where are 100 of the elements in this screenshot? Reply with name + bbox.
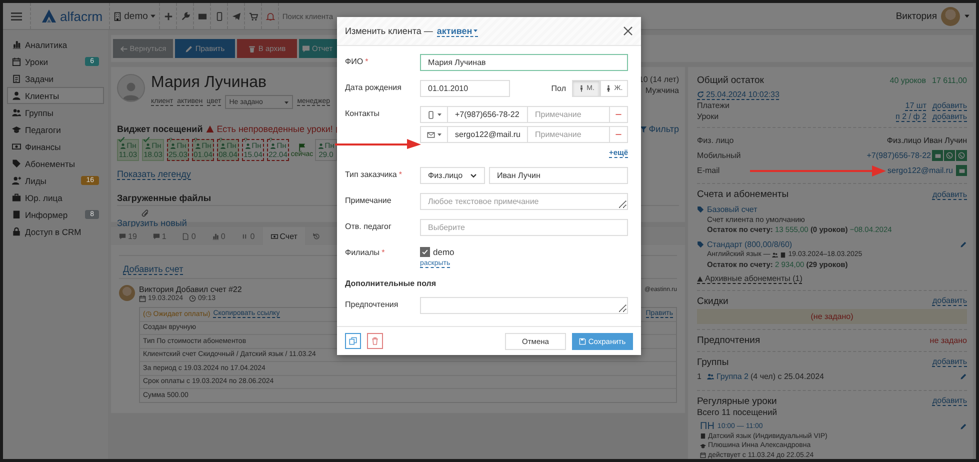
row-value[interactable]: п 2 / ф 2 [896,112,926,122]
teacher-select[interactable]: Выберите [420,219,628,236]
row-value[interactable]: 17 шт [905,100,926,110]
updated-link[interactable]: 25.04.2024 10:02:33 [697,90,780,100]
send-icon[interactable] [232,12,241,20]
person-icon [270,142,276,148]
people-icon [707,372,714,380]
tab[interactable]: 0 [233,227,263,245]
graduation-cap-icon [700,442,706,449]
add-link[interactable]: добавить [932,190,967,200]
entry-title: Виктория Добавил счет #22 [139,285,242,294]
menu-icon[interactable] [11,10,22,22]
text-area[interactable]: Любое текстовое примечание [420,193,628,210]
field-label: Отв. педагог [345,221,392,231]
tab[interactable]: 0 [204,227,234,245]
status-dropdown[interactable]: активен [436,26,478,36]
archive-link[interactable]: Архивные абонементы (1) [697,274,802,284]
contact-label: Физ. лицо [697,136,734,145]
date-field[interactable]: 01.01.2010 [420,80,510,97]
sidebar-item[interactable]: Абонементы [7,155,104,172]
section-title: Счета и абонементы [697,189,789,200]
note-field[interactable]: Примечание [528,106,610,123]
minus-icon [615,131,622,138]
pencil-icon[interactable] [960,241,967,248]
pause-icon [241,232,248,240]
sidebar-item[interactable]: Юр. лица [7,189,104,206]
field-label: Пол [551,84,566,93]
filter-link[interactable]: Фильтр [640,124,679,134]
legend-link[interactable]: Показать легенду [117,169,191,180]
contact-type-dropdown[interactable] [420,106,448,123]
tab[interactable]: Счет [262,227,306,245]
sidebar-item[interactable]: Группы [7,104,104,121]
history-icon [313,232,320,240]
add-link[interactable]: добавить [932,357,967,367]
checkbox[interactable] [420,247,430,257]
group-link[interactable]: Группа 2 [716,372,748,380]
plus-icon[interactable] [164,12,173,20]
filter-icon [640,126,647,132]
flag-icon [298,142,306,150]
sidebar-item[interactable]: Педагоги [7,121,104,138]
contact-type-dropdown[interactable] [420,126,448,143]
pencil-icon[interactable] [960,422,967,430]
branch-selector[interactable]: demo [113,10,156,22]
cart-icon[interactable] [248,12,258,20]
delete-button[interactable] [367,333,383,349]
chart-icon [12,40,21,49]
sidebar-item[interactable]: Задачи [7,70,104,87]
note-field[interactable]: Примечание [528,126,610,143]
customer-type-select[interactable]: Физ.лицо [420,167,485,184]
mobile-phone-icon[interactable] [214,12,224,20]
group-index: 1 [697,372,702,380]
section-title: Скидки [697,296,728,306]
add-link[interactable]: добавить [932,296,967,306]
close-icon [623,26,633,36]
add-link[interactable]: добавить [932,112,967,122]
sidebar-item[interactable]: Аналитика [7,36,104,53]
add-link[interactable]: добавить [932,100,967,110]
viber-button[interactable] [956,150,967,161]
clipboard-icon [12,74,21,83]
lock-icon [12,227,21,236]
account-link[interactable]: Базовый счет [697,205,758,214]
close-button[interactable] [623,26,633,36]
contact-field[interactable]: +7(987)656-78-22 [448,106,528,123]
contact-value[interactable]: sergo122@mail.ru [888,166,953,175]
sidebar-item[interactable]: Доступ в CRM [7,223,104,240]
calendar-icon [700,452,706,458]
wrench-icon[interactable] [180,12,190,20]
contact-value[interactable]: +7(987)656-78-22 [866,151,931,160]
male-figure-icon [578,85,585,92]
banknote-icon [270,232,278,240]
copy-icon [349,337,357,345]
sidebar-item[interactable]: Клиенты [7,87,104,104]
chat-icon [119,232,126,240]
person-icon [318,142,324,148]
account-link[interactable]: Стандарт (800,00/8/60) [697,240,792,249]
clock-icon [189,295,196,302]
caret-icon [284,100,290,104]
pencil-icon[interactable] [960,372,967,380]
customer-name-field[interactable]: Иван Лучин [489,167,628,184]
contact-field[interactable]: sergo122@mail.ru [448,126,528,143]
whatsapp-button[interactable] [944,150,955,161]
copy-button[interactable] [345,333,361,349]
user-avatar[interactable] [941,6,960,26]
email-button[interactable] [956,165,967,176]
mobile-phone-icon [426,110,434,118]
name-field[interactable]: Мария Лучинав [420,54,628,71]
tab[interactable]: 19 [111,227,145,245]
person-plus-icon [12,176,21,185]
add-link[interactable]: добавить [932,396,967,406]
contact-value: Физ.лицо Иван Лучин [886,136,967,145]
add-invoice-link[interactable]: Добавить счет [123,264,184,275]
message-button[interactable] [932,150,943,161]
tab[interactable]: 0 [174,227,204,245]
chat-icon [302,44,310,52]
bell-icon[interactable] [266,12,275,20]
user-name[interactable]: Виктория [896,10,937,22]
caret-icon[interactable] [964,13,970,19]
person-icon [144,142,151,148]
tab[interactable]: 1 [144,227,174,245]
sidebar-item[interactable]: Финансы [7,138,104,155]
